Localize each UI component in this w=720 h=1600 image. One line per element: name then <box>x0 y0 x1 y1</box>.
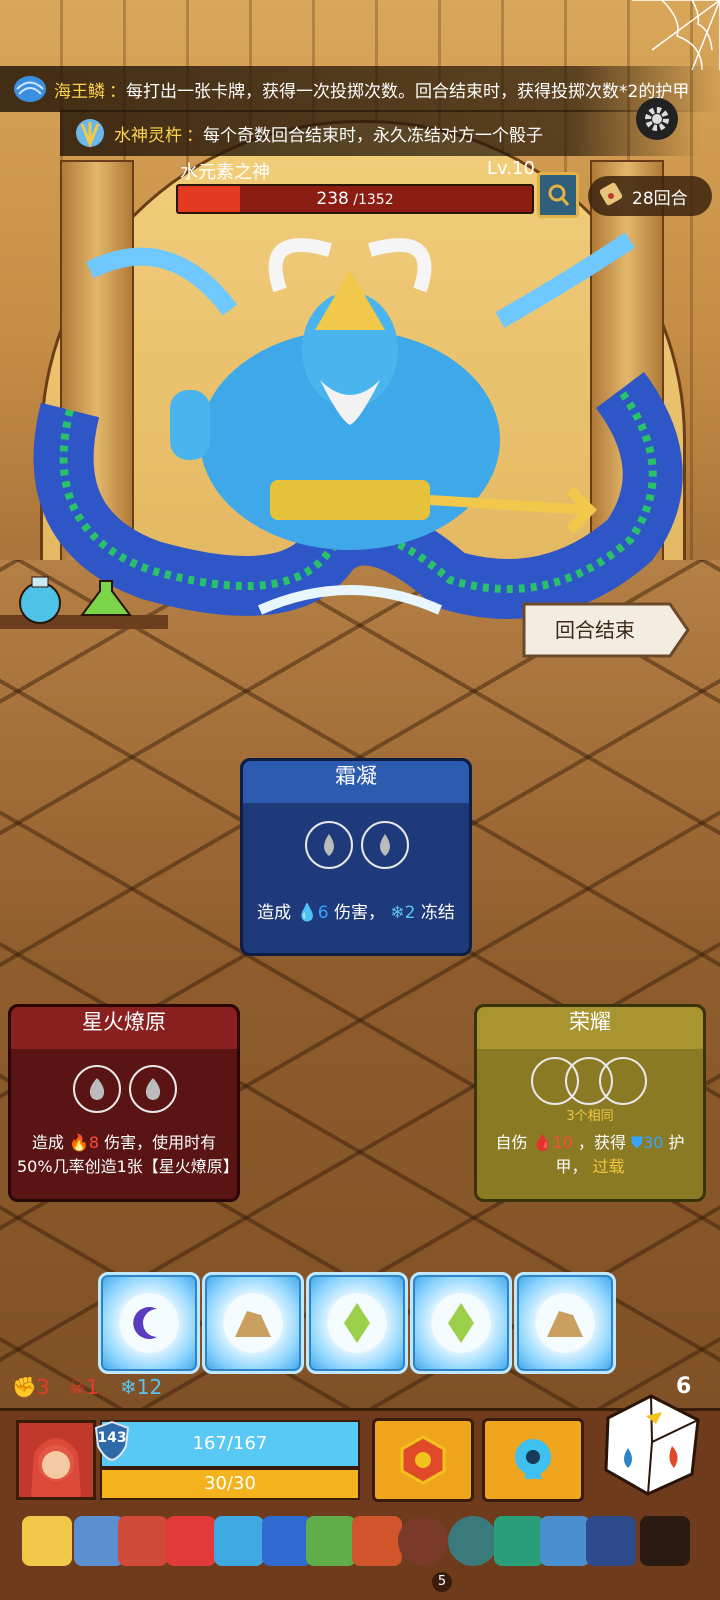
die-slot[interactable] <box>599 1057 647 1105</box>
relic-beast-icon[interactable] <box>586 1516 636 1566</box>
overload-keyword: 过载 <box>592 1157 625 1176</box>
mountain-icon <box>547 1311 583 1337</box>
skill-fire-die-button[interactable] <box>372 1418 474 1502</box>
diamond-icon <box>344 1303 370 1343</box>
relic-row-1[interactable]: 海王鳞 ： 每打出一张卡牌，获得一次投掷次数。回合结束时，获得投掷次数*2的护甲 <box>0 66 720 112</box>
relic-leaf-icon[interactable] <box>306 1516 356 1566</box>
strength-icon: ✊ <box>12 1375 37 1399</box>
fire-icon <box>145 1078 161 1100</box>
die-slot[interactable] <box>361 821 409 869</box>
enemy-name: 水元素之神 <box>180 162 270 183</box>
player-shield: 143 <box>94 1420 130 1462</box>
player-hp-bar: 167/167 <box>100 1420 360 1468</box>
vulnerable-icon: ☠ <box>68 1375 86 1399</box>
enemy-hp-max: /1352 <box>348 192 394 208</box>
end-turn-button[interactable]: 回合结束 <box>520 600 690 660</box>
moon-icon <box>133 1307 157 1339</box>
scale-icon <box>12 71 48 107</box>
card-title: 霜凝 <box>243 761 469 803</box>
end-turn-label: 回合结束 <box>555 618 635 642</box>
relic-coin-icon[interactable] <box>398 1516 448 1566</box>
damage-value: 8 <box>88 1133 100 1152</box>
mountain-icon <box>235 1311 271 1337</box>
die-3[interactable] <box>306 1272 408 1374</box>
magnifier-icon <box>548 184 570 206</box>
relic-blade-icon[interactable] <box>74 1516 124 1566</box>
relic-desc: 每个奇数回合结束时，永久冻结对方一个骰子 <box>203 125 543 146</box>
self-damage-value: 10 <box>552 1133 573 1152</box>
relic-spikeball-icon[interactable] <box>262 1516 312 1566</box>
relic-row-2[interactable]: 水神灵杵 ： 每个奇数回合结束时，永久冻结对方一个骰子 <box>60 110 700 156</box>
relic-staff-icon[interactable] <box>118 1516 168 1566</box>
diamond-icon <box>448 1303 474 1343</box>
water-skull-icon <box>515 1439 551 1479</box>
water-god-boss[interactable] <box>30 210 690 620</box>
green-potion-icon <box>80 580 132 616</box>
card-glory[interactable]: 荣耀 3个相同 自伤 🩸10 ，获得 ⛊30 护甲， 过载 <box>474 1004 706 1202</box>
die-5[interactable] <box>514 1272 616 1374</box>
relic-meat-icon[interactable] <box>352 1516 402 1566</box>
status-strength: ✊ 3 <box>12 1375 50 1399</box>
relic-desc: 每打出一张卡牌，获得一次投掷次数。回合结束时，获得投掷次数*2的护甲 <box>126 81 690 102</box>
round-label: 28回合 <box>632 188 688 209</box>
player-avatar[interactable] <box>16 1420 96 1500</box>
card-title: 荣耀 <box>477 1007 703 1049</box>
blue-potion-icon <box>19 582 61 624</box>
relic-heart-icon[interactable] <box>166 1516 216 1566</box>
armor-value: 30 <box>643 1133 664 1152</box>
relic-orb-icon[interactable] <box>214 1516 264 1566</box>
relic-lion-icon[interactable] <box>22 1516 72 1566</box>
card-desc: 造成 💧6 伤害， ❄2 冻结 <box>257 903 455 923</box>
card-frost[interactable]: 霜凝 造成 💧6 伤害， ❄2 冻结 <box>240 758 472 956</box>
card-desc: 造成 🔥8 伤害，使用时有50%几率创造1张【星火燎原】 <box>17 1133 239 1176</box>
damage-value: 6 <box>317 903 329 923</box>
relic-name: 海王鳞 <box>54 81 105 102</box>
potion-shelf[interactable] <box>0 575 168 655</box>
enemy-level: Lv.10 <box>487 158 535 179</box>
status-frost: ❄ 12 <box>120 1375 163 1399</box>
roll-dice-button[interactable] <box>596 1390 706 1500</box>
trident-icon <box>72 115 108 151</box>
fire-icon <box>89 1078 105 1100</box>
relic-name: 水神灵杵 <box>114 125 182 146</box>
die-2[interactable] <box>202 1272 304 1374</box>
skill-water-skull-button[interactable] <box>482 1418 584 1502</box>
relic-swirl-icon[interactable] <box>540 1516 590 1566</box>
status-vulnerable: ☠ 1 <box>68 1375 99 1399</box>
water-drop-icon <box>380 834 390 856</box>
settings-gear-icon[interactable] <box>636 98 678 140</box>
cobweb-icon <box>632 0 720 70</box>
relic-count-badge: 5 <box>432 1572 452 1592</box>
card-sub: 3个相同 <box>566 1109 614 1124</box>
relic-wheel-icon[interactable] <box>448 1516 498 1566</box>
scroll-icon <box>598 181 624 212</box>
fire-die-icon <box>400 1435 446 1485</box>
die-1[interactable] <box>98 1272 200 1374</box>
player-energy-bar: 30/30 <box>100 1468 360 1500</box>
die-slot[interactable] <box>129 1065 177 1113</box>
card-starfire[interactable]: 星火燎原 造成 🔥8 伤害，使用时有50%几率创造1张【星火燎原】 <box>8 1004 240 1202</box>
relic-staff2-icon[interactable] <box>640 1516 690 1566</box>
snowflake-icon: ❄ <box>120 1375 137 1399</box>
freeze-value: 2 <box>404 903 416 923</box>
enemy-hp-current: 238 <box>316 189 349 209</box>
die-slot[interactable] <box>73 1065 121 1113</box>
card-title: 星火燎原 <box>11 1007 237 1049</box>
die-slot[interactable] <box>305 821 353 869</box>
water-drop-icon <box>324 834 334 856</box>
card-desc: 自伤 🩸10 ，获得 ⛊30 护甲， 过载 <box>495 1133 685 1176</box>
die-4[interactable] <box>410 1272 512 1374</box>
relic-mask-icon[interactable] <box>494 1516 544 1566</box>
game-scene: 海王鳞 ： 每打出一张卡牌，获得一次投掷次数。回合结束时，获得投掷次数*2的护甲… <box>0 0 720 1600</box>
